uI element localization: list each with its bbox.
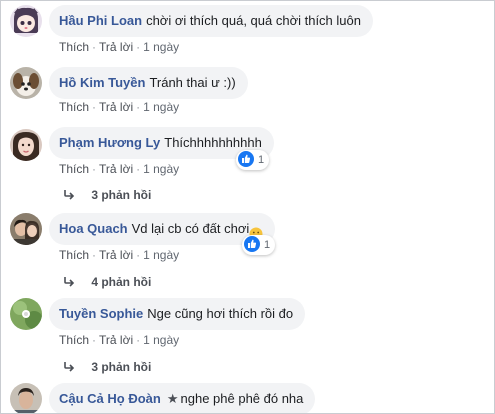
separator: · bbox=[92, 248, 97, 262]
comment-text: Thíchhhhhhhhhh bbox=[164, 135, 262, 150]
separator: · bbox=[92, 162, 97, 176]
nature-photo-avatar-icon bbox=[10, 298, 42, 330]
reaction-count-badge[interactable]: 1 bbox=[242, 235, 276, 255]
comment-bubble: Cậu Cả Họ Đoàn ★ nghe phê phê đó nha bbox=[49, 383, 316, 413]
comment-text: nghe phê phê đó nha bbox=[180, 391, 304, 406]
comment-text: Tránh thai ư :)) bbox=[149, 75, 236, 90]
thumbs-up-icon bbox=[238, 151, 254, 168]
comment-bubble: Hồ Kim Tuyền Tránh thai ư :)) bbox=[49, 67, 248, 99]
like-link[interactable]: Thích bbox=[59, 100, 89, 114]
avatar[interactable] bbox=[10, 213, 42, 245]
comment-timestamp[interactable]: 1 ngày bbox=[143, 162, 179, 176]
comment-timestamp[interactable]: 1 ngày bbox=[143, 100, 179, 114]
reply-arrow-icon bbox=[64, 188, 79, 202]
comment-text: chời ơi thích quá, quá chời thích luôn bbox=[146, 13, 361, 28]
separator: · bbox=[136, 40, 141, 54]
comment-author[interactable]: Hầu Phi Loan bbox=[59, 13, 142, 28]
view-replies-link[interactable]: 4 phản hồi bbox=[64, 274, 151, 290]
couple-photo-avatar-icon bbox=[10, 213, 42, 245]
puppy-avatar-icon bbox=[10, 67, 42, 99]
replies-count: 3 phản hồi bbox=[91, 188, 152, 202]
smiley-emoji-icon bbox=[249, 221, 263, 241]
like-link[interactable]: Thích bbox=[59, 333, 89, 347]
star-icon: ★ bbox=[166, 391, 179, 406]
comment-actions: Thích · Trả lời · 1 ngày bbox=[59, 39, 179, 55]
reaction-count: 1 bbox=[264, 239, 271, 251]
girl-photo-avatar-icon bbox=[10, 129, 42, 161]
reaction-count: 1 bbox=[258, 154, 265, 166]
thumbs-up-icon bbox=[244, 236, 260, 253]
comment-text: Vd lại cb có đất chơi bbox=[131, 221, 250, 236]
separator: · bbox=[136, 248, 141, 262]
comment-actions: Thích · Trả lời · 1 ngày bbox=[59, 99, 179, 115]
replies-count: 4 phản hồi bbox=[91, 275, 152, 289]
avatar[interactable] bbox=[10, 67, 42, 99]
like-link[interactable]: Thích bbox=[59, 248, 89, 262]
cartoon-girl-avatar-icon bbox=[10, 5, 42, 37]
comment-author[interactable]: Cậu Cả Họ Đoàn bbox=[59, 391, 161, 406]
reply-link[interactable]: Trả lời bbox=[99, 40, 133, 54]
separator: · bbox=[92, 333, 97, 347]
comment-actions: Thích · Trả lời · 1 ngày bbox=[59, 247, 179, 263]
comment-bubble: Tuyền Sophie Nge cũng hơi thích rồi đo bbox=[49, 298, 306, 330]
comment-timestamp[interactable]: 1 ngày bbox=[143, 248, 179, 262]
separator: · bbox=[92, 40, 97, 54]
reply-link[interactable]: Trả lời bbox=[99, 248, 133, 262]
reaction-count-badge[interactable]: 1 bbox=[236, 150, 270, 170]
avatar[interactable] bbox=[10, 298, 42, 330]
comment-author[interactable]: Hồ Kim Tuyền bbox=[59, 75, 145, 90]
comment-timestamp[interactable]: 1 ngày bbox=[143, 40, 179, 54]
comment-bubble: Hầu Phi Loan chời ơi thích quá, quá chời … bbox=[49, 5, 373, 37]
separator: · bbox=[92, 100, 97, 114]
comment-bubble: Hoa Quach Vd lại cb có đất chơi bbox=[49, 213, 276, 245]
separator: · bbox=[136, 162, 141, 176]
replies-count: 3 phản hồi bbox=[91, 360, 152, 374]
view-replies-link[interactable]: 3 phản hồi bbox=[64, 187, 151, 203]
like-link[interactable]: Thích bbox=[59, 162, 89, 176]
comment-timestamp[interactable]: 1 ngày bbox=[143, 333, 179, 347]
reply-link[interactable]: Trả lời bbox=[99, 100, 133, 114]
reply-arrow-icon bbox=[64, 360, 79, 374]
comment-author[interactable]: Phạm Hương Ly bbox=[59, 135, 160, 150]
separator: · bbox=[136, 100, 141, 114]
separator: · bbox=[136, 333, 141, 347]
avatar[interactable] bbox=[10, 5, 42, 37]
avatar[interactable] bbox=[10, 129, 42, 161]
reply-link[interactable]: Trả lời bbox=[99, 333, 133, 347]
reply-link[interactable]: Trả lời bbox=[99, 162, 133, 176]
comment-actions: Thích · Trả lời · 1 ngày bbox=[59, 161, 179, 177]
comment-text: Nge cũng hơi thích rồi đo bbox=[147, 306, 294, 321]
like-link[interactable]: Thích bbox=[59, 40, 89, 54]
man-photo-avatar-icon bbox=[10, 383, 42, 413]
reply-arrow-icon bbox=[64, 275, 79, 289]
comment-section: Hầu Phi Loan chời ơi thích quá, quá chời … bbox=[0, 0, 495, 414]
comment-actions: Thích · Trả lời · 1 ngày bbox=[59, 332, 179, 348]
view-replies-link[interactable]: 3 phản hồi bbox=[64, 359, 151, 375]
avatar[interactable] bbox=[10, 383, 42, 413]
comment-author[interactable]: Hoa Quach bbox=[59, 221, 128, 236]
comment-author[interactable]: Tuyền Sophie bbox=[59, 306, 143, 321]
